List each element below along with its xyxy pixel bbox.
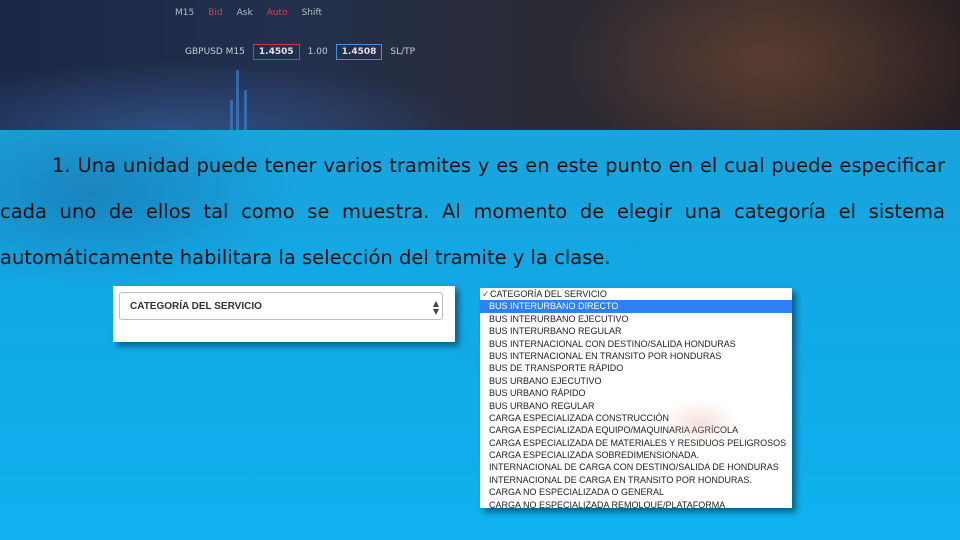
category-options-list: ✓CATEGORÍA DEL SERVICIO BUS INTERURBANO … <box>480 288 792 508</box>
list-header-option[interactable]: ✓CATEGORÍA DEL SERVICIO <box>480 288 792 300</box>
category-option[interactable]: CARGA NO ESPECIALIZADA REMOLQUE/PLATAFOR… <box>480 499 792 508</box>
list-header-label: CATEGORÍA DEL SERVICIO <box>490 289 607 299</box>
category-option[interactable]: INTERNACIONAL DE CARGA EN TRANSITO POR H… <box>480 474 792 486</box>
category-select-value: CATEGORÍA DEL SERVICIO <box>130 300 262 312</box>
down-arrow-icon: ▼ <box>432 307 439 316</box>
candle-mark <box>244 90 247 130</box>
instruction-paragraph: 1. Una unidad puede tener varios tramite… <box>0 154 945 269</box>
category-option[interactable]: CARGA ESPECIALIZADA SOBREDIMENSIONADA. <box>480 449 792 461</box>
category-select-screenshot: CATEGORÍA DEL SERVICIO ▲ ▼ <box>113 286 455 342</box>
category-option[interactable]: BUS URBANO REGULAR <box>480 400 792 412</box>
category-select[interactable]: CATEGORÍA DEL SERVICIO <box>119 292 443 320</box>
category-option[interactable]: INTERNACIONAL DE CARGA CON DESTINO/SALID… <box>480 461 792 473</box>
select-arrows-icon[interactable]: ▲ ▼ <box>433 300 439 316</box>
category-option[interactable]: BUS URBANO EJECUTIVO <box>480 375 792 387</box>
category-option[interactable]: BUS INTERURBANO EJECUTIVO <box>480 313 792 325</box>
header-chart-image: M15 Bid Ask Auto Shift GBPUSD M15 1.4505… <box>0 0 960 130</box>
candle-mark <box>236 70 239 130</box>
bid-label: Bid <box>208 8 223 18</box>
timeframe-label: M15 <box>175 8 195 18</box>
lot-size: 1.00 <box>307 47 328 57</box>
sltp-label: SL/TP <box>390 47 416 57</box>
category-option[interactable]: CARGA ESPECIALIZADA CONSTRUCCIÓN <box>480 412 792 424</box>
ticker-symbol: GBPUSD M15 <box>185 47 245 57</box>
shift-label: Shift <box>301 8 323 18</box>
buy-price: 1.4508 <box>335 44 383 60</box>
category-option[interactable]: BUS INTERNACIONAL CON DESTINO/SALIDA HON… <box>480 338 792 350</box>
category-option[interactable]: BUS INTERURBANO REGULAR <box>480 325 792 337</box>
chart-glow-warm <box>560 0 960 130</box>
trade-toolbar: M15 Bid Ask Auto Shift <box>175 8 322 18</box>
category-option[interactable]: BUS URBANO RÁPIDO <box>480 387 792 399</box>
auto-label: Auto <box>266 8 288 18</box>
chart-glow <box>0 60 480 130</box>
category-option[interactable]: BUS DE TRANSPORTE RÁPIDO <box>480 362 792 374</box>
category-option[interactable]: CARGA ESPECIALIZADA DE MATERIALES Y RESI… <box>480 437 792 449</box>
category-option[interactable]: BUS INTERNACIONAL EN TRANSITO POR HONDUR… <box>480 350 792 362</box>
category-option[interactable]: BUS INTERURBANO DIRECTO <box>480 300 792 313</box>
category-option[interactable]: CARGA NO ESPECIALIZADA O GENERAL <box>480 486 792 498</box>
category-option[interactable]: CARGA ESPECIALIZADA EQUIPO/MAQUINARIA AG… <box>480 424 792 436</box>
ticker-panel: GBPUSD M15 1.4505 1.00 1.4508 SL/TP <box>185 44 415 60</box>
sell-price: 1.4505 <box>252 44 300 60</box>
checkmark-icon: ✓ <box>482 289 490 299</box>
ask-label: Ask <box>236 8 253 18</box>
candle-mark <box>230 100 233 130</box>
